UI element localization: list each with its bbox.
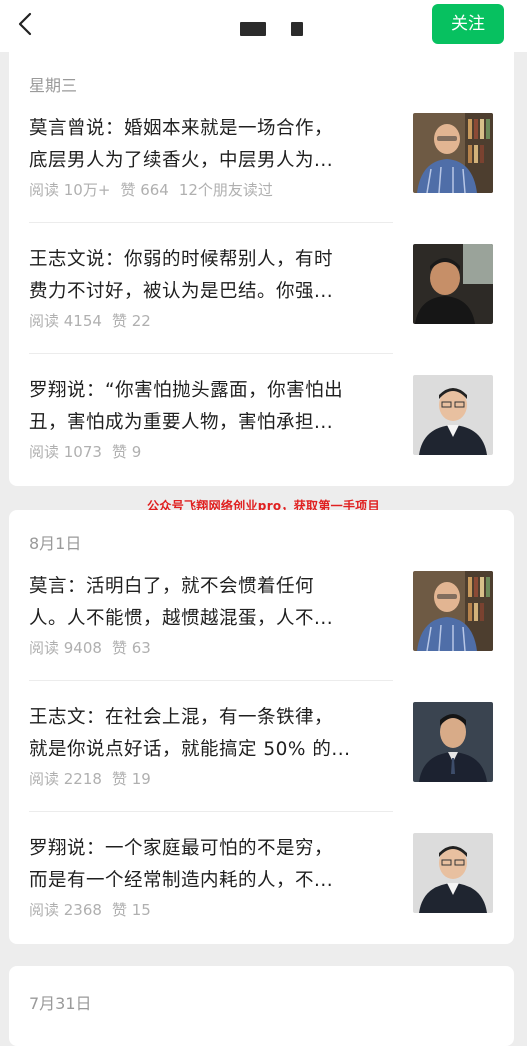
article-thumbnail (413, 244, 493, 324)
article-item[interactable]: 莫言曾说：婚姻本来就是一场合作， 底层男人为了续香火，中层男人为... 阅读 1… (9, 113, 514, 209)
read-count: 阅读 2368 (29, 901, 102, 919)
article-item[interactable]: 罗翔说：“你害怕抛头露面，你害怕出 丑，害怕成为重要人物，害怕承担... 阅读 … (9, 375, 514, 471)
article-stats: 阅读 9408 赞 63 (29, 637, 161, 658)
chevron-left-icon[interactable] (14, 12, 38, 36)
read-count: 阅读 10万+ (29, 181, 111, 199)
date-group-card: 星期三 莫言曾说：婚姻本来就是一场合作， 底层男人为了续香火，中层男人为... … (9, 52, 514, 486)
follow-button[interactable]: 关注 (432, 4, 504, 44)
date-label: 7月31日 (29, 994, 92, 1013)
article-title: 罗翔说：“你害怕抛头露面，你害怕出 丑，害怕成为重要人物，害怕承担... (29, 380, 344, 433)
article-title: 莫言：活明白了，就不会惯着任何 人。人不能惯，越惯越混蛋，人不... (29, 576, 334, 629)
article-thumbnail (413, 375, 493, 455)
article-item[interactable]: 莫言：活明白了，就不会惯着任何 人。人不能惯，越惯越混蛋，人不... 阅读 94… (9, 571, 514, 667)
date-group-card: 7月31日 (9, 966, 514, 1046)
article-stats: 阅读 10万+ 赞 664 12个朋友读过 (29, 179, 283, 200)
divider (29, 811, 393, 812)
date-label: 星期三 (29, 76, 78, 95)
article-item[interactable]: 王志文说：你弱的时候帮别人，有时 费力不讨好，被认为是巴结。你强... 阅读 4… (9, 244, 514, 340)
read-count: 阅读 1073 (29, 443, 102, 461)
article-stats: 阅读 2218 赞 19 (29, 768, 161, 789)
article-thumbnail (413, 833, 493, 913)
like-count: 赞 15 (111, 901, 151, 919)
article-title: 王志文说：你弱的时候帮别人，有时 费力不讨好，被认为是巴结。你强... (29, 249, 334, 302)
date-label: 8月1日 (29, 534, 82, 553)
like-count: 赞 9 (111, 443, 142, 461)
like-count: 赞 19 (111, 770, 151, 788)
divider (29, 353, 393, 354)
like-count: 赞 22 (111, 312, 151, 330)
article-title: 罗翔说：一个家庭最可怕的不是穷， 而是有一个经常制造内耗的人，不... (29, 838, 334, 891)
article-stats: 阅读 2368 赞 15 (29, 899, 161, 920)
article-item[interactable]: 王志文：在社会上混，有一条铁律， 就是你说点好话，就能搞定 50% 的... 阅… (9, 702, 514, 798)
article-thumbnail (413, 113, 493, 193)
article-title: 莫言曾说：婚姻本来就是一场合作， 底层男人为了续香火，中层男人为... (29, 118, 334, 171)
read-count: 阅读 4154 (29, 312, 102, 330)
divider (29, 222, 393, 223)
article-title: 王志文：在社会上混，有一条铁律， 就是你说点好话，就能搞定 50% 的... (29, 707, 351, 760)
article-stats: 阅读 4154 赞 22 (29, 310, 161, 331)
friends-read: 12个朋友读过 (178, 181, 273, 199)
article-stats: 阅读 1073 赞 9 (29, 441, 151, 462)
date-group-card: 8月1日 莫言：活明白了，就不会惯着任何 人。人不能惯，越惯越混蛋，人不... … (9, 510, 514, 944)
top-bar: 关注 (0, 0, 527, 52)
like-count: 赞 664 (120, 181, 169, 199)
article-thumbnail (413, 702, 493, 782)
like-count: 赞 63 (111, 639, 151, 657)
divider (29, 680, 393, 681)
article-item[interactable]: 罗翔说：一个家庭最可怕的不是穷， 而是有一个经常制造内耗的人，不... 阅读 2… (9, 833, 514, 929)
article-thumbnail (413, 571, 493, 651)
read-count: 阅读 2218 (29, 770, 102, 788)
read-count: 阅读 9408 (29, 639, 102, 657)
